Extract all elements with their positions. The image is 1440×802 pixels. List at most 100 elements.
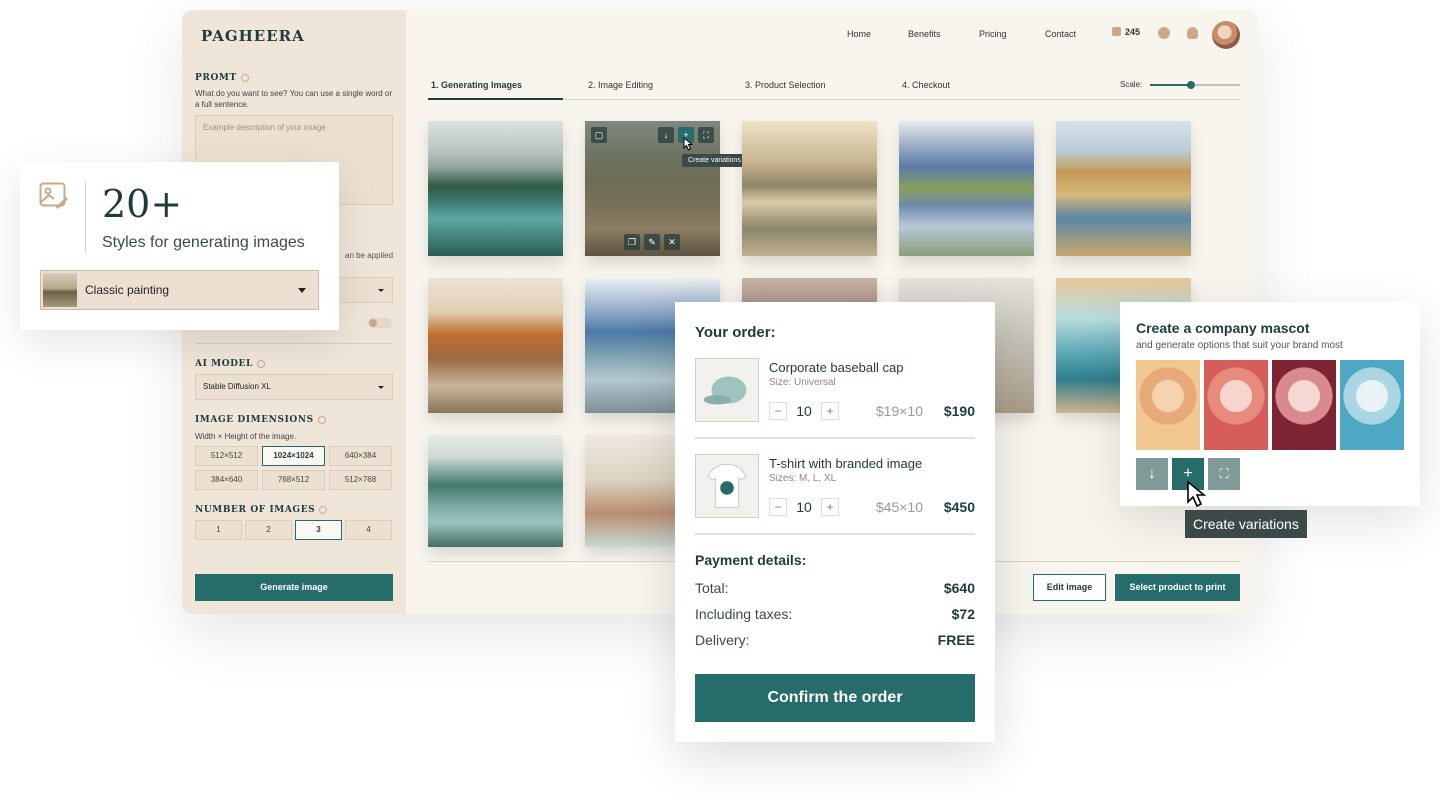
generated-image[interactable] xyxy=(1056,121,1191,256)
order-item-name: T-shirt with branded image xyxy=(769,456,923,471)
quantity-stepper: −10 + xyxy=(769,498,839,517)
tshirt-icon xyxy=(706,464,748,508)
cap-icon xyxy=(703,376,747,405)
number-option-selected[interactable]: 3 xyxy=(295,520,342,540)
download-icon[interactable]: ↓ xyxy=(1136,458,1168,490)
help-icon[interactable] xyxy=(319,505,328,514)
active-tab-underline xyxy=(428,98,563,100)
help-icon[interactable] xyxy=(240,73,249,82)
decrease-button[interactable]: − xyxy=(769,402,787,421)
expand-icon[interactable]: ⛶ xyxy=(1208,458,1240,490)
increase-button[interactable]: + xyxy=(821,498,839,517)
settings-toggle[interactable] xyxy=(368,318,392,328)
nav-home[interactable]: Home xyxy=(847,29,871,39)
order-card: Your order: Corporate baseball cap Size:… xyxy=(675,302,995,742)
dimension-option[interactable]: 384×640 xyxy=(195,470,258,490)
payment-row: Total: $640 xyxy=(695,580,975,596)
dimension-option[interactable]: 768×512 xyxy=(262,470,325,490)
payment-value: $640 xyxy=(943,580,975,596)
style-thumbnail xyxy=(43,273,77,307)
ai-model-select[interactable]: Stable Diffusion XL xyxy=(195,374,393,400)
avatar[interactable] xyxy=(1212,21,1240,49)
order-item-name: Corporate baseball cap xyxy=(769,360,904,375)
create-variations-tooltip: Create variations xyxy=(1185,510,1307,538)
trash-icon[interactable]: ✕ xyxy=(664,234,680,250)
dimensions-description: Width × Height of the image. xyxy=(195,432,297,441)
number-option[interactable]: 2 xyxy=(245,520,292,540)
mascot-image[interactable] xyxy=(1340,360,1404,450)
payment-row: Delivery: FREE xyxy=(695,632,975,648)
tab-image-editing[interactable]: 2. Image Editing xyxy=(588,80,653,90)
select-icon[interactable]: ▢ xyxy=(591,127,607,143)
payment-label: Delivery: xyxy=(695,632,750,648)
increase-button[interactable]: + xyxy=(821,402,839,421)
generate-image-button[interactable]: Generate image xyxy=(195,574,393,601)
credits-badge[interactable]: 245 xyxy=(1112,27,1140,37)
select-product-button[interactable]: Select product to print xyxy=(1115,574,1240,601)
generated-image[interactable] xyxy=(428,435,563,547)
nav-pricing[interactable]: Pricing xyxy=(979,29,1007,39)
nav-contact[interactable]: Contact xyxy=(1045,29,1076,39)
number-of-images-title: NUMBER OF IMAGES xyxy=(195,505,328,515)
divider xyxy=(195,343,393,344)
mascot-subtitle: and generate options that suit your bran… xyxy=(1136,340,1343,351)
order-title: Your order: xyxy=(695,324,776,341)
quantity-value[interactable]: 10 xyxy=(787,499,821,515)
dimension-option[interactable]: 512×768 xyxy=(329,470,392,490)
generated-image[interactable] xyxy=(428,121,563,256)
help-icon[interactable] xyxy=(317,415,326,424)
payment-label: Total: xyxy=(695,580,729,596)
mascot-title: Create a company mascot xyxy=(1136,320,1310,336)
dimension-option[interactable]: 512×512 xyxy=(195,446,258,466)
mascot-image[interactable] xyxy=(1136,360,1200,450)
payment-value: $72 xyxy=(951,606,975,622)
scale-slider[interactable] xyxy=(1150,81,1240,89)
decrease-button[interactable]: − xyxy=(769,498,787,517)
generated-image[interactable] xyxy=(742,121,877,256)
payment-label: Including taxes: xyxy=(695,606,793,622)
scale-fill xyxy=(1150,84,1191,86)
generated-image-hovered[interactable]: ▢ ↓ + ⛶ ❐ ✎ ✕ xyxy=(585,121,720,256)
order-item-total: $450 xyxy=(943,499,975,515)
scale-label: Scale: xyxy=(1120,80,1143,89)
style-select[interactable]: Classic painting xyxy=(40,270,319,310)
copy-icon[interactable]: ❐ xyxy=(624,234,640,250)
dimension-option[interactable]: 640×384 xyxy=(329,446,392,466)
cursor-icon xyxy=(683,137,694,151)
nav-benefits[interactable]: Benefits xyxy=(908,29,941,39)
help-icon[interactable] xyxy=(256,359,265,368)
confirm-order-button[interactable]: Confirm the order xyxy=(695,674,975,722)
order-item-total: $190 xyxy=(943,403,975,419)
styles-count: 20+ xyxy=(102,182,183,226)
scale-handle[interactable] xyxy=(1186,81,1195,89)
payment-row: Including taxes: $72 xyxy=(695,606,975,622)
tab-product-selection[interactable]: 3. Product Selection xyxy=(745,80,826,90)
chevron-down-icon xyxy=(298,288,306,293)
coin-icon xyxy=(1112,27,1121,36)
number-option[interactable]: 1 xyxy=(195,520,242,540)
mascot-image[interactable] xyxy=(1272,360,1336,450)
number-option[interactable]: 4 xyxy=(345,520,392,540)
edit-image-button[interactable]: Edit image xyxy=(1033,574,1106,601)
ai-model-value: Stable Diffusion XL xyxy=(203,382,271,391)
create-variations-tooltip: Create variations xyxy=(682,154,747,167)
info-icon[interactable] xyxy=(1158,27,1170,39)
cursor-icon xyxy=(1187,480,1207,508)
mascot-card: Create a company mascot and generate opt… xyxy=(1120,302,1420,506)
generated-image[interactable] xyxy=(428,278,563,413)
quantity-stepper: −10 + xyxy=(769,402,839,421)
tab-checkout[interactable]: 4. Checkout xyxy=(902,80,950,90)
dimension-option-selected[interactable]: 1024×1024 xyxy=(262,446,325,466)
prompt-title: PROMT xyxy=(195,73,249,83)
tab-generating-images[interactable]: 1. Generating Images xyxy=(431,80,522,90)
generated-image[interactable] xyxy=(899,121,1034,256)
divider xyxy=(695,533,975,535)
logo[interactable]: PAGHEERA xyxy=(201,27,305,45)
image-edit-icon[interactable]: ✎ xyxy=(644,234,660,250)
expand-icon[interactable]: ⛶ xyxy=(698,127,714,143)
download-icon[interactable]: ↓ xyxy=(658,127,674,143)
mascot-image[interactable] xyxy=(1204,360,1268,450)
bell-icon[interactable] xyxy=(1187,27,1198,39)
dimensions-title: IMAGE DIMENSIONS xyxy=(195,415,326,425)
quantity-value[interactable]: 10 xyxy=(787,403,821,419)
